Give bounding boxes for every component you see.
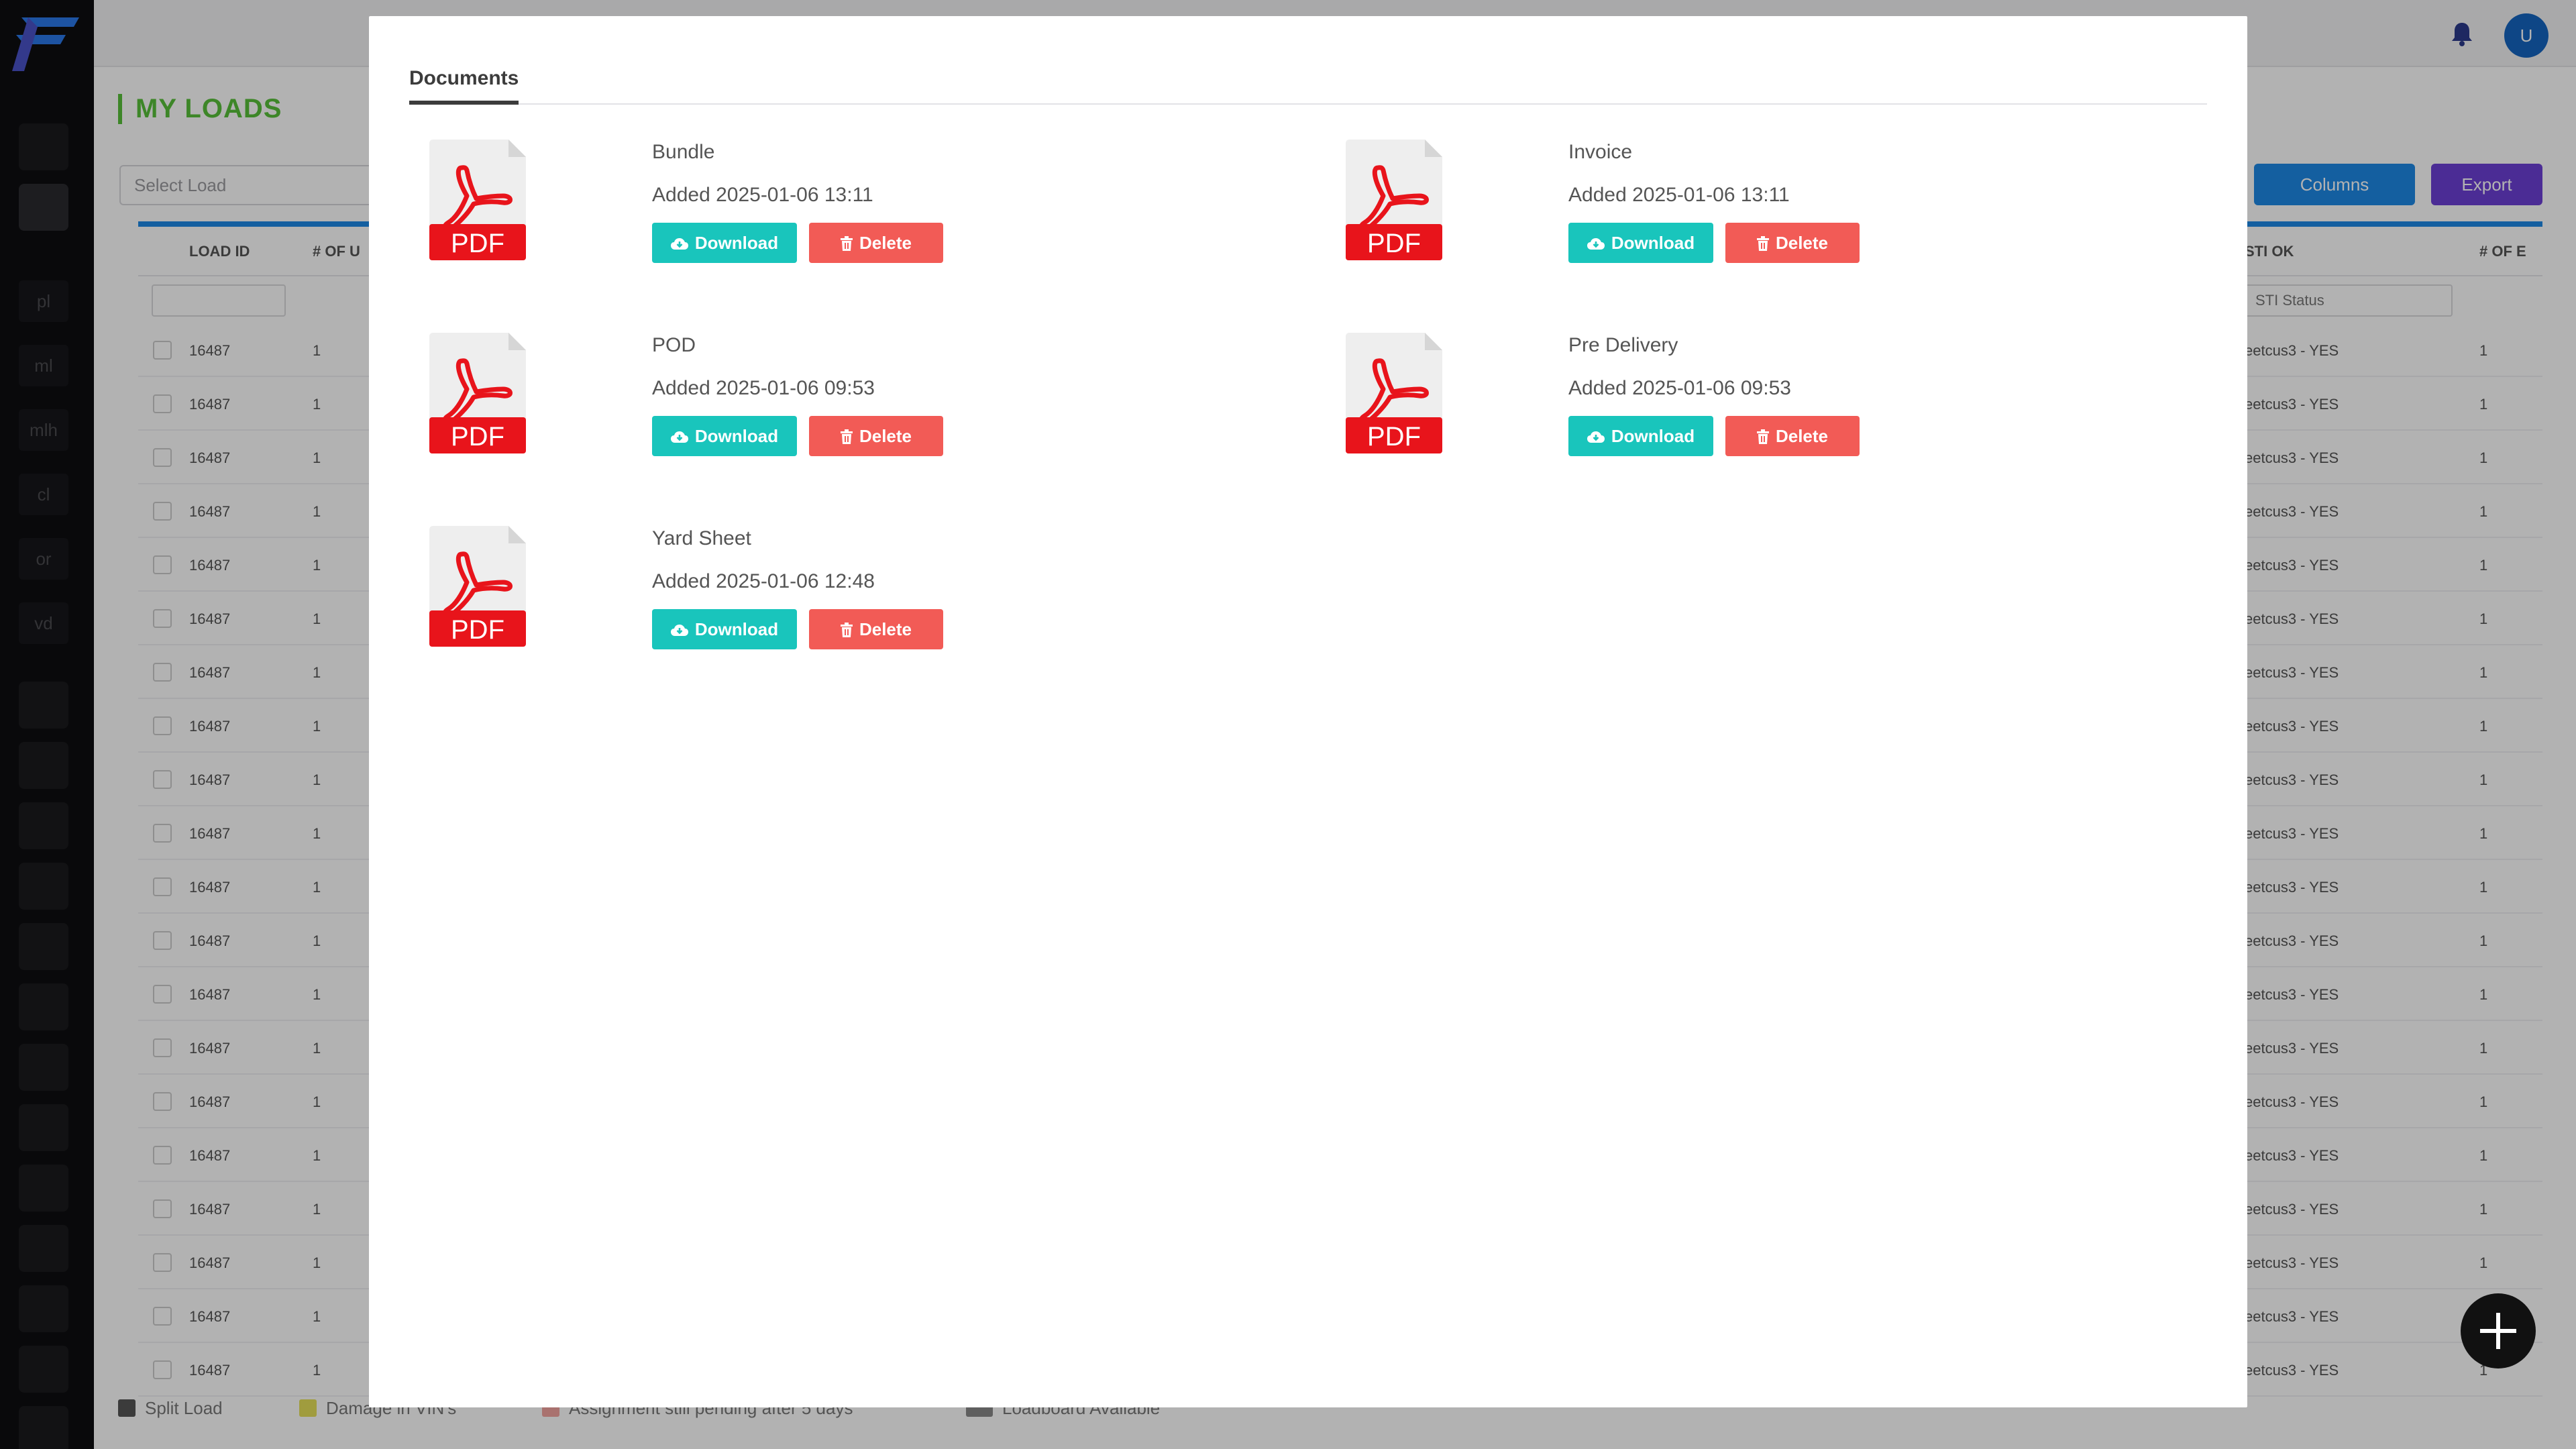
cloud-download-icon: [1587, 431, 1605, 443]
document-card: PDF Yard Sheet Added 2025-01-06 12:48 Downl…: [409, 526, 1214, 694]
trash-icon: [1756, 236, 1769, 251]
pdf-file-icon: PDF: [429, 333, 526, 453]
delete-button[interactable]: Delete: [809, 416, 943, 456]
pdf-badge-label: PDF: [1367, 229, 1421, 258]
cloud-download-icon: [670, 238, 688, 250]
document-added-date: Added 2025-01-06 09:53: [652, 377, 875, 399]
documents-modal: Documents PDF Bundle Added 2025-01-06 13:1…: [369, 16, 2247, 1407]
pdf-file-icon: PDF: [1346, 140, 1442, 260]
tab-documents[interactable]: Documents: [409, 54, 519, 105]
pdf-badge-label: PDF: [1367, 422, 1421, 451]
delete-button[interactable]: Delete: [1725, 416, 1860, 456]
cloud-download-icon: [1587, 238, 1605, 250]
download-label: Download: [694, 619, 779, 639]
pdf-badge-label: PDF: [451, 615, 504, 645]
download-button[interactable]: Download: [1568, 223, 1713, 263]
cloud-download-icon: [670, 625, 688, 636]
trash-icon: [840, 429, 853, 444]
delete-label: Delete: [1775, 233, 1829, 253]
document-title: Pre Delivery: [1568, 334, 1678, 356]
download-button[interactable]: Download: [1568, 416, 1713, 456]
download-button[interactable]: Download: [652, 609, 797, 649]
download-label: Download: [1611, 233, 1695, 253]
delete-button[interactable]: Delete: [809, 223, 943, 263]
trash-icon: [840, 623, 853, 637]
delete-label: Delete: [859, 233, 912, 253]
document-title: Yard Sheet: [652, 527, 751, 549]
download-label: Download: [1611, 426, 1695, 446]
pdf-badge-label: PDF: [451, 422, 504, 451]
modal-tab-bar: Documents: [409, 54, 2207, 105]
download-label: Download: [694, 233, 779, 253]
pdf-file-icon: PDF: [429, 140, 526, 260]
document-added-date: Added 2025-01-06 12:48: [652, 570, 875, 592]
pdf-badge-label: PDF: [451, 229, 504, 258]
trash-icon: [1756, 429, 1769, 444]
document-added-date: Added 2025-01-06 13:11: [1568, 184, 1790, 206]
download-label: Download: [694, 426, 779, 446]
document-card: PDF Pre Delivery Added 2025-01-06 09:53 Dow…: [1326, 333, 2131, 500]
add-button[interactable]: [2461, 1293, 2536, 1368]
delete-button[interactable]: Delete: [1725, 223, 1860, 263]
document-card: PDF Bundle Added 2025-01-06 13:11 Download D…: [409, 140, 1214, 307]
pdf-file-icon: PDF: [429, 526, 526, 647]
document-added-date: Added 2025-01-06 13:11: [652, 184, 873, 206]
delete-label: Delete: [859, 619, 912, 639]
delete-label: Delete: [859, 426, 912, 446]
document-title: POD: [652, 334, 696, 356]
delete-button[interactable]: Delete: [809, 609, 943, 649]
document-title: Bundle: [652, 141, 715, 163]
document-title: Invoice: [1568, 141, 1633, 163]
delete-label: Delete: [1775, 426, 1829, 446]
trash-icon: [840, 236, 853, 251]
pdf-file-icon: PDF: [1346, 333, 1442, 453]
document-card: PDF Invoice Added 2025-01-06 13:11 Download…: [1326, 140, 2131, 307]
cloud-download-icon: [670, 431, 688, 443]
document-card: PDF POD Added 2025-01-06 09:53 Download Dele…: [409, 333, 1214, 500]
document-added-date: Added 2025-01-06 09:53: [1568, 377, 1791, 399]
download-button[interactable]: Download: [652, 416, 797, 456]
download-button[interactable]: Download: [652, 223, 797, 263]
